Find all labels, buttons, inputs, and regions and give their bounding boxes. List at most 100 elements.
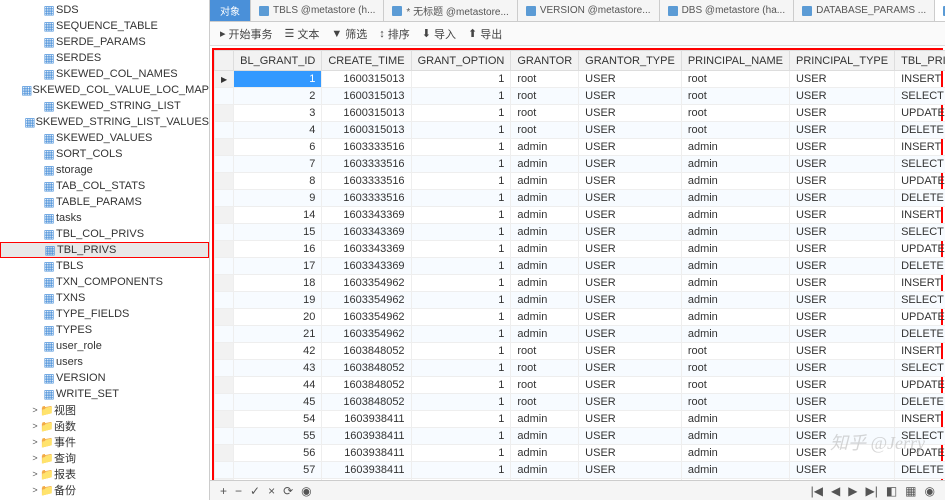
cell[interactable]: 1 (411, 258, 511, 275)
tree-item--[interactable]: >📁 视图 (0, 402, 209, 418)
cell[interactable]: USER (789, 139, 894, 156)
cell[interactable]: root (511, 343, 579, 360)
cell[interactable]: USER (579, 360, 682, 377)
table-row[interactable]: 416003150131rootUSERrootUSERDELETE4331 (215, 122, 945, 139)
cell[interactable]: 42 (234, 343, 322, 360)
cell[interactable]: USER (789, 71, 894, 88)
cell[interactable]: admin (681, 292, 789, 309)
cell[interactable]: admin (511, 309, 579, 326)
cell[interactable]: 55 (234, 428, 322, 445)
cell[interactable]: root (681, 360, 789, 377)
cell[interactable]: USER (579, 309, 682, 326)
cell[interactable]: 1 (411, 479, 511, 481)
cell[interactable]: root (511, 360, 579, 377)
status-button[interactable]: ⟳ (283, 484, 293, 498)
cell[interactable]: 1603343369 (322, 258, 411, 275)
cell[interactable]: UPDATE (895, 445, 945, 462)
cell[interactable]: admin (681, 428, 789, 445)
cell[interactable]: admin (681, 258, 789, 275)
cell[interactable]: admin (681, 207, 789, 224)
tree-item-skewed-col-names[interactable]: ▦ SKEWED_COL_NAMES (0, 66, 209, 82)
cell[interactable]: USER (789, 105, 894, 122)
tab[interactable]: TBL_PRIVS @metasto... (935, 0, 945, 21)
cell[interactable]: INSERT (895, 411, 945, 428)
cell[interactable]: admin (511, 224, 579, 241)
cell[interactable]: 1 (411, 241, 511, 258)
cell[interactable]: root (511, 71, 579, 88)
cell[interactable]: 1603354962 (322, 275, 411, 292)
expander-icon[interactable]: > (30, 485, 40, 495)
cell[interactable]: DELETE (895, 258, 945, 275)
cell[interactable]: USER (789, 479, 894, 481)
cell[interactable]: USER (579, 156, 682, 173)
column-header[interactable]: PRINCIPAL_TYPE (789, 51, 894, 71)
cell[interactable]: SELECT (895, 88, 945, 105)
table-row[interactable]: 4516038480521rootUSERrootUSERDELETE12151 (215, 394, 945, 411)
table-row[interactable]: 5516039384111adminUSERadminUSERSELECT124… (215, 428, 945, 445)
cell[interactable]: 43 (234, 360, 322, 377)
expander-icon[interactable]: > (30, 453, 40, 463)
column-header[interactable]: CREATE_TIME (322, 51, 411, 71)
cell[interactable]: 1603343369 (322, 207, 411, 224)
cell[interactable]: 7 (234, 156, 322, 173)
cell[interactable]: 1 (411, 88, 511, 105)
cell[interactable]: 20 (234, 309, 322, 326)
cell[interactable]: 1 (411, 360, 511, 377)
cell[interactable]: INSERT (895, 275, 945, 292)
status-button[interactable]: ◉ (301, 484, 311, 498)
cell[interactable]: 54 (234, 411, 322, 428)
cell[interactable]: admin (681, 173, 789, 190)
tree-item-write-set[interactable]: ▦ WRITE_SET (0, 386, 209, 402)
cell[interactable]: USER (579, 122, 682, 139)
cell[interactable]: USER (579, 190, 682, 207)
cell[interactable]: INSERT (895, 139, 945, 156)
column-header[interactable]: GRANTOR_TYPE (579, 51, 682, 71)
cell[interactable]: 3 (234, 105, 322, 122)
cell[interactable]: 6 (234, 139, 322, 156)
cell[interactable]: 1 (411, 428, 511, 445)
cell[interactable]: USER (579, 462, 682, 479)
tree-item-skewed-values[interactable]: ▦ SKEWED_VALUES (0, 130, 209, 146)
tree-item-tab-col-stats[interactable]: ▦ TAB_COL_STATS (0, 178, 209, 194)
cell[interactable]: SELECT (895, 224, 945, 241)
cell[interactable]: USER (579, 377, 682, 394)
table-row[interactable]: 116003150131rootUSERrootUSERINSERT4331 (215, 71, 945, 88)
cell[interactable]: 1 (411, 326, 511, 343)
cell[interactable]: USER (579, 292, 682, 309)
cell[interactable]: UPDATE (895, 173, 945, 190)
cell[interactable]: root (681, 122, 789, 139)
cell[interactable]: 1 (234, 71, 322, 88)
sort-button[interactable]: ↕排序 (379, 26, 410, 42)
table-row[interactable]: 616033335161adminUSERadminUSERINSERT1044… (215, 139, 945, 156)
cell[interactable]: 1 (411, 71, 511, 88)
table-row[interactable]: 5716039384111adminUSERadminUSERDELETE124… (215, 462, 945, 479)
table-row[interactable]: 716033335161adminUSERadminUSERSELECT1044… (215, 156, 945, 173)
tree-item-serdes[interactable]: ▦ SERDES (0, 50, 209, 66)
cell[interactable]: 1603848052 (322, 377, 411, 394)
tree-item-tbl-col-privs[interactable]: ▦ TBL_COL_PRIVS (0, 226, 209, 242)
cell[interactable]: 15 (234, 224, 322, 241)
cell[interactable]: 1603848052 (322, 343, 411, 360)
column-header[interactable]: GRANT_OPTION (411, 51, 511, 71)
cell[interactable]: 1 (411, 292, 511, 309)
cell[interactable]: 1603938411 (322, 428, 411, 445)
cell[interactable]: admin (511, 173, 579, 190)
tab[interactable]: DBS @metastore (ha... (660, 0, 795, 21)
cell[interactable]: admin (681, 411, 789, 428)
cell[interactable]: USER (789, 360, 894, 377)
cell[interactable]: admin (511, 190, 579, 207)
tree-item-users[interactable]: ▦ users (0, 354, 209, 370)
cell[interactable]: USER (789, 377, 894, 394)
cell[interactable]: 1 (411, 156, 511, 173)
table-row[interactable]: 816033335161adminUSERadminUSERUPDATE1044… (215, 173, 945, 190)
cell[interactable]: 1603848052 (322, 360, 411, 377)
cell[interactable]: root (681, 71, 789, 88)
cell[interactable]: USER (579, 479, 682, 481)
table-row[interactable]: 1716033433691adminUSERadminUSERDELETE104… (215, 258, 945, 275)
grid-viewport[interactable]: BL_GRANT_IDCREATE_TIMEGRANT_OPTIONGRANTO… (210, 46, 945, 480)
cell[interactable]: admin (511, 326, 579, 343)
status-button[interactable]: − (235, 484, 242, 498)
cell[interactable]: 1 (411, 207, 511, 224)
cell[interactable]: USER (789, 275, 894, 292)
table-row[interactable]: 316003150131rootUSERrootUSERUPDATE4331 (215, 105, 945, 122)
